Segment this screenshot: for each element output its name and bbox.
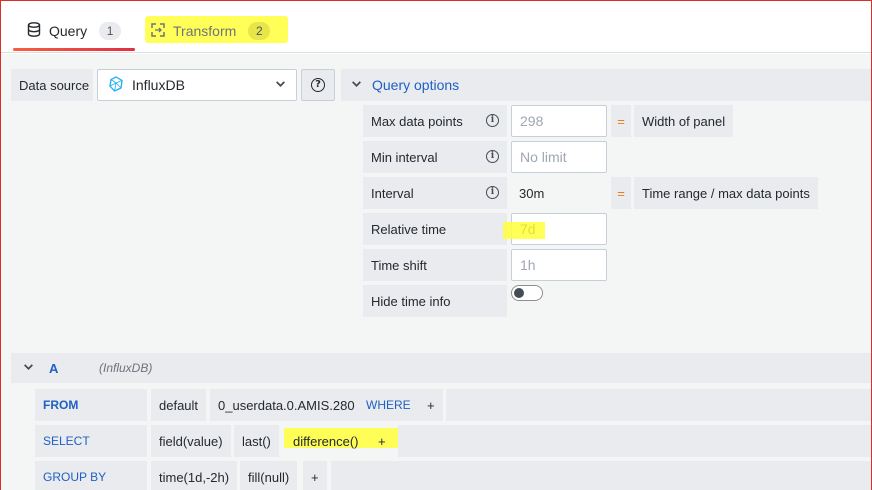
field-segment[interactable]: field(value) (151, 425, 231, 457)
datasource-help-button[interactable]: ? (301, 69, 335, 101)
equals-sign: = (611, 105, 631, 137)
time-shift-label: Time shift (363, 249, 507, 281)
chevron-down-icon (351, 78, 362, 92)
where-keyword[interactable]: WHERE (358, 389, 419, 421)
time-shift-input[interactable] (511, 249, 607, 281)
info-icon[interactable]: i (486, 186, 499, 199)
min-interval-text: Min interval (371, 149, 438, 165)
query-options-title: Query options (372, 77, 460, 93)
max-data-points-input[interactable] (511, 105, 607, 137)
datasource-label: Data source (11, 69, 93, 101)
tab-query-count: 1 (99, 22, 122, 40)
interval-desc: Time range / max data points (634, 177, 818, 209)
query-datasource-name: (InfluxDB) (99, 361, 153, 375)
database-icon (27, 22, 41, 40)
min-interval-label: Min interval i (363, 141, 507, 173)
add-group-by-button[interactable]: + (303, 461, 327, 490)
hide-time-info-toggle[interactable] (511, 285, 543, 301)
max-data-points-text: Max data points (371, 113, 463, 129)
add-where-button[interactable]: + (419, 389, 443, 421)
question-icon: ? (311, 78, 325, 92)
row-filler (446, 389, 871, 421)
group-by-keyword: GROUP BY (35, 461, 147, 490)
interval-label: Interval i (363, 177, 507, 209)
hide-time-info-label: Hide time info (363, 285, 507, 317)
interval-value: 30m (519, 185, 545, 201)
row-filler (331, 461, 871, 490)
info-icon[interactable]: i (486, 150, 499, 163)
tab-query[interactable]: Query 1 (13, 11, 135, 51)
query-options-toggle[interactable]: Query options (341, 69, 871, 101)
tab-query-label: Query (49, 23, 88, 39)
max-data-points-label: Max data points i (363, 105, 507, 137)
interval-text: Interval (371, 185, 414, 201)
chevron-down-icon (23, 361, 34, 375)
datasource-selected: InfluxDB (132, 77, 185, 93)
transform-icon (151, 22, 165, 40)
row-filler (398, 425, 871, 457)
query-ref-id[interactable]: A (49, 361, 58, 376)
equals-sign: = (611, 177, 631, 209)
query-row-header[interactable]: A (InfluxDB) (11, 353, 871, 383)
fill-segment[interactable]: fill(null) (240, 461, 298, 490)
measurement-segment[interactable]: 0_userdata.0.AMIS.280 (210, 389, 363, 421)
tab-transform-count: 2 (248, 22, 271, 40)
datasource-picker[interactable]: InfluxDB (97, 69, 297, 101)
influxdb-icon (108, 75, 124, 95)
transform-segment[interactable]: difference() (285, 425, 367, 457)
from-keyword: FROM (35, 389, 147, 421)
chevron-down-icon (275, 78, 286, 92)
select-keyword: SELECT (35, 425, 147, 457)
max-data-points-desc: Width of panel (634, 105, 734, 137)
editor-tab-bar: Query 1 Transform 2 (1, 1, 871, 53)
info-icon[interactable]: i (486, 114, 499, 127)
retention-policy-segment[interactable]: default (151, 389, 207, 421)
tab-transform[interactable]: Transform 2 (151, 11, 271, 51)
min-interval-input[interactable] (511, 141, 607, 173)
add-select-button[interactable]: + (370, 425, 394, 457)
group-time-segment[interactable]: time(1d,-2h) (151, 461, 238, 490)
aggregation-segment[interactable]: last() (234, 425, 279, 457)
tab-transform-label: Transform (173, 23, 237, 39)
relative-time-label: Relative time (363, 213, 507, 245)
highlight-marker (503, 222, 545, 239)
toggle-knob (514, 288, 524, 298)
